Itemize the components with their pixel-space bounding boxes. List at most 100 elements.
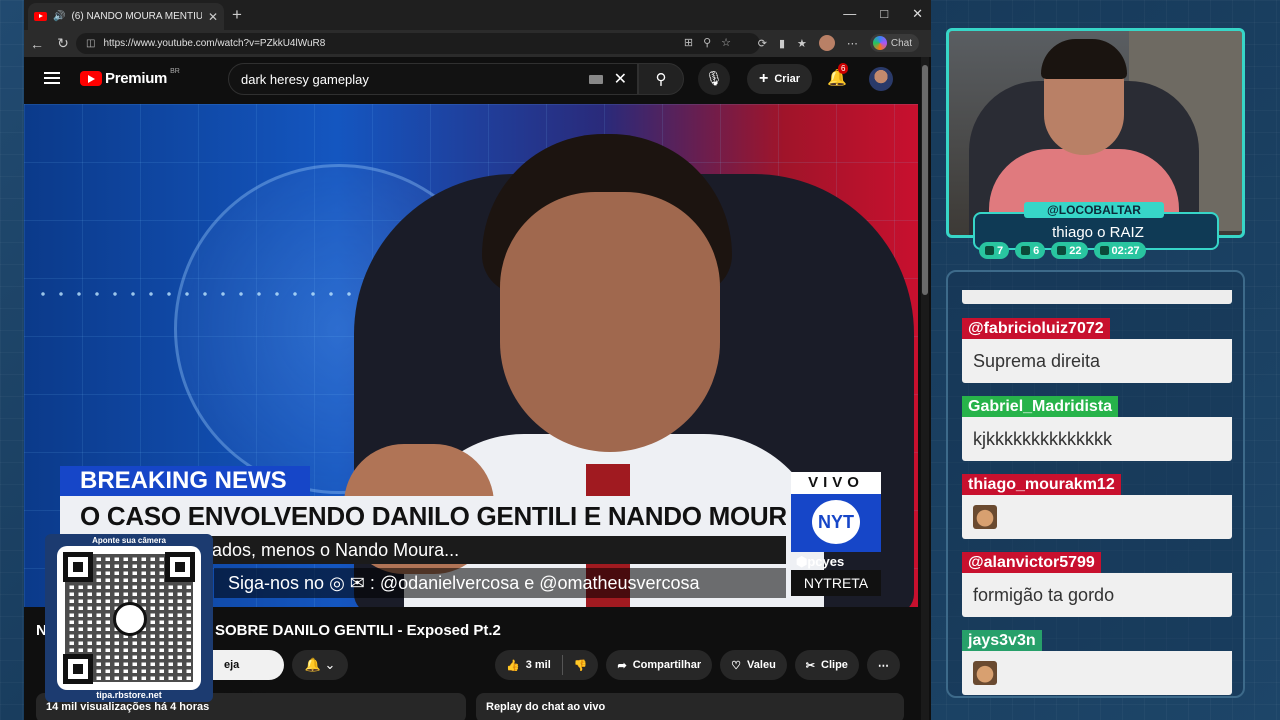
like-count: 3 mil bbox=[525, 659, 551, 671]
chat-message: jays3v3n bbox=[962, 630, 1232, 695]
qr-corner bbox=[165, 552, 195, 582]
presenter bbox=[404, 134, 824, 607]
qr-code bbox=[57, 546, 201, 690]
more-actions-button[interactable]: ⋯ bbox=[866, 650, 900, 680]
profile-avatar[interactable] bbox=[818, 35, 835, 51]
close-tab-icon[interactable]: ✕ bbox=[208, 10, 218, 24]
live-label: VIVO bbox=[791, 472, 881, 494]
share-button[interactable]: ➦ Compartilhar bbox=[606, 650, 713, 680]
twitch-count: 7 bbox=[997, 244, 1004, 257]
url-field[interactable]: ◫ https://www.youtube.com/watch?v=PZkkU4… bbox=[76, 33, 760, 54]
voice-search-button[interactable]: 🎙 bbox=[698, 63, 730, 95]
chat-text bbox=[962, 651, 1232, 695]
chat-text: formigão ta gordo bbox=[962, 573, 1232, 617]
presenter-face bbox=[500, 192, 720, 452]
nyt-logo-text: NYT bbox=[812, 500, 860, 544]
browser-tab[interactable]: 🔊 (6) NANDO MOURA MENTIU ✕ bbox=[28, 3, 224, 30]
clear-search-icon[interactable]: ✕ bbox=[614, 69, 627, 89]
mic-icon: 🎙 bbox=[705, 70, 723, 86]
site-info-icon[interactable]: ◫ bbox=[86, 38, 95, 49]
tab-title: (6) NANDO MOURA MENTIU bbox=[71, 11, 202, 22]
video-player[interactable]: BREAKING NEWS O CASO ENVOLVENDO DANILO G… bbox=[24, 104, 918, 607]
share-icon: ➦ bbox=[617, 659, 627, 672]
logo-region: BR bbox=[170, 68, 180, 75]
join-button[interactable]: eja membro bbox=[212, 650, 284, 701]
chat-text bbox=[962, 495, 1232, 539]
twitch-viewers: 7 bbox=[979, 242, 1010, 259]
account-avatar[interactable] bbox=[869, 67, 893, 91]
scrollbar-thumb[interactable] bbox=[922, 65, 928, 295]
youtube-icon bbox=[1021, 246, 1031, 255]
favorites-bar-icon[interactable]: ★ bbox=[797, 37, 807, 50]
thanks-button[interactable]: ♡ Valeu bbox=[720, 650, 787, 680]
speaker-icon[interactable]: 🔊 bbox=[53, 11, 65, 22]
dislike-button[interactable]: 👎 bbox=[563, 659, 599, 672]
nytreta-label: NYTRETA bbox=[791, 570, 881, 596]
copilot-chat-button[interactable]: Chat bbox=[869, 34, 919, 52]
follow-bar: Siga-nos no ◎ ✉ : @odanielvercosa e @oma… bbox=[214, 568, 786, 598]
extensions-icon[interactable]: ⟳ bbox=[758, 37, 767, 50]
scrollbar[interactable] bbox=[921, 57, 929, 720]
reload-icon[interactable]: ↻ bbox=[50, 35, 76, 52]
more-icon[interactable]: ⋯ bbox=[847, 37, 858, 50]
minimize-icon[interactable]: — bbox=[843, 6, 856, 22]
new-tab-icon[interactable]: + bbox=[232, 5, 242, 25]
plus-icon: + bbox=[759, 70, 769, 87]
like-button[interactable]: 👍 3 mil bbox=[495, 659, 562, 672]
back-icon[interactable]: ← bbox=[24, 36, 50, 52]
stream-stats: 7 6 22 02:27 bbox=[979, 242, 1146, 259]
notifications-button[interactable]: 🔔 6 bbox=[827, 63, 849, 88]
search-value: dark heresy gameplay bbox=[241, 71, 369, 87]
youtube-favicon-icon bbox=[34, 12, 47, 21]
clip-button[interactable]: ✂ Clipe bbox=[794, 650, 859, 680]
maximize-icon[interactable]: □ bbox=[880, 6, 888, 22]
chat-message: @alanvictor5799 formigão ta gordo bbox=[962, 552, 1232, 617]
chat-username: Gabriel_Madridista bbox=[962, 396, 1119, 417]
more-icon: ⋯ bbox=[877, 659, 889, 672]
streamer-handle: @LOCOBALTAR bbox=[1024, 202, 1164, 218]
chat-username: jays3v3n bbox=[962, 630, 1042, 651]
favorite-icon[interactable]: ☆ bbox=[721, 36, 731, 49]
zoom-icon[interactable]: ⚲ bbox=[703, 36, 711, 49]
menu-icon[interactable] bbox=[44, 72, 60, 84]
apps-icon[interactable]: ⊞ bbox=[684, 36, 693, 49]
video-title: SOBRE DANILO GENTILI - Exposed Pt.2 bbox=[215, 622, 501, 639]
clock-icon bbox=[1099, 246, 1109, 255]
create-label: Criar bbox=[774, 73, 801, 85]
share-label: Compartilhar bbox=[632, 659, 702, 671]
chat-replay-box[interactable]: Replay do chat ao vivo bbox=[476, 693, 904, 720]
keyboard-icon[interactable] bbox=[589, 75, 603, 84]
youtube-logo[interactable]: Premium BR bbox=[80, 68, 180, 87]
chat-username: @fabricioluiz7072 bbox=[962, 318, 1110, 339]
chat-username: @alanvictor5799 bbox=[962, 552, 1101, 573]
qr-code-overlay: Aponte sua câmera tipa.rbstore.net bbox=[45, 534, 213, 702]
kick-viewers: 22 bbox=[1051, 242, 1088, 259]
scissors-icon: ✂ bbox=[805, 659, 816, 672]
streamer-hair bbox=[1041, 39, 1127, 79]
split-icon[interactable]: ▮ bbox=[779, 37, 785, 50]
stream-uptime: 02:27 bbox=[1093, 242, 1146, 259]
like-dislike-group: 👍 3 mil 👎 bbox=[495, 650, 599, 680]
pcyes-logo: ⬢pcyes bbox=[796, 554, 845, 569]
search-input[interactable]: dark heresy gameplay ✕ bbox=[228, 63, 638, 95]
qr-caption-top: Aponte sua câmera bbox=[92, 536, 166, 545]
search-button[interactable]: ⚲ bbox=[638, 63, 684, 95]
chat-label: Chat bbox=[890, 37, 912, 49]
qr-corner bbox=[63, 552, 93, 582]
video-actions: 👍 3 mil 👎 ➦ Compartilhar ♡ Valeu ✂ Clipe ⋯ bbox=[495, 650, 900, 680]
bell-icon: 🔔 bbox=[304, 657, 321, 672]
clip-label: Clipe bbox=[821, 659, 848, 671]
qr-caption-bottom: tipa.rbstore.net bbox=[96, 690, 162, 700]
create-button[interactable]: + Criar bbox=[747, 64, 813, 94]
thumbs-down-icon: 👎 bbox=[573, 659, 588, 672]
address-bar: ← ↻ ◫ https://www.youtube.com/watch?v=PZ… bbox=[24, 30, 931, 57]
subscription-bell-button[interactable]: 🔔 ⌄ bbox=[292, 650, 348, 680]
chat-username: thiago_mourakm12 bbox=[962, 474, 1121, 495]
logo-text: Premium bbox=[105, 70, 168, 87]
window-close-icon[interactable]: ✕ bbox=[912, 6, 923, 22]
url-text: https://www.youtube.com/watch?v=PZkkU4lW… bbox=[103, 38, 326, 49]
chat-message-partial bbox=[962, 290, 1232, 304]
qr-corner bbox=[63, 654, 93, 684]
search-icon: ⚲ bbox=[655, 71, 667, 88]
emote-icon bbox=[973, 505, 997, 529]
